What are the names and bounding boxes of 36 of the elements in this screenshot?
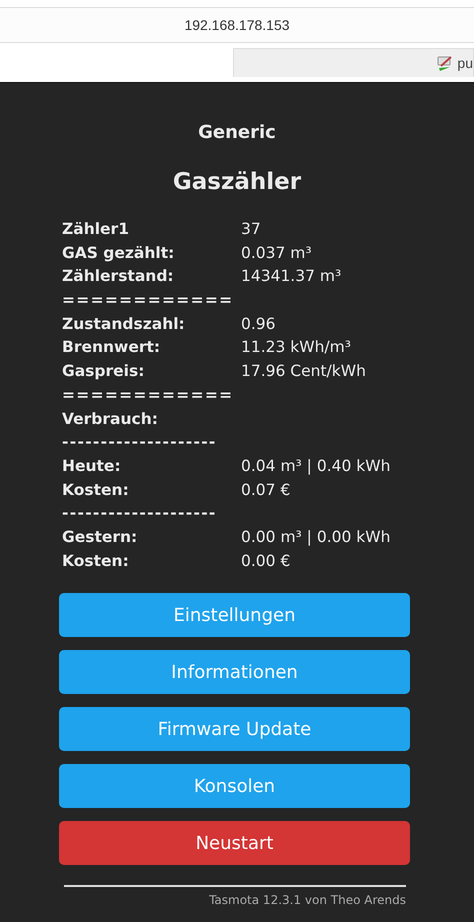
page-title: Gaszähler <box>172 168 302 197</box>
field-value: 0.07 € <box>241 480 290 501</box>
field-label: Zustandszahl: <box>62 314 186 335</box>
menu-button[interactable]: Einstellungen <box>59 593 410 638</box>
field-value: 11.23 kWh/m³ <box>241 337 351 358</box>
field-value: 0.00 m³ | 0.00 kWh <box>241 526 390 548</box>
separator-text: -------------------- <box>62 432 217 454</box>
field-label: Heute: <box>62 456 122 477</box>
field-label: Brennwert: <box>62 337 162 358</box>
field-label: Kosten: <box>62 550 130 572</box>
field-value: 0.00 € <box>241 550 290 572</box>
field-value: 14341.37 m³ <box>241 266 342 288</box>
restart-button[interactable]: Neustart <box>59 821 410 866</box>
field-value: 0.04 m³ | 0.40 kWh <box>241 456 390 477</box>
pencil-icon <box>436 54 454 72</box>
field-label: Zählerstand: <box>62 266 175 288</box>
footer-text: Tasmota 12.3.1 von Theo Arends <box>209 893 406 908</box>
device-name: Generic <box>197 121 277 145</box>
field-label: Kosten: <box>62 480 130 501</box>
menu-button[interactable]: Firmware Update <box>59 707 410 752</box>
field-value: 0.037 m³ <box>241 242 312 264</box>
menu-button[interactable]: Informationen <box>59 650 410 694</box>
separator-text: ============ <box>62 384 234 406</box>
field-value: 0.96 <box>241 314 276 335</box>
field-label: GAS gezählt: <box>62 242 176 264</box>
field-label: Zähler1 <box>62 219 130 240</box>
separator-text: ============ <box>62 290 234 312</box>
address-text[interactable]: 192.168.178.153 <box>184 14 290 36</box>
menu-button[interactable]: Konsolen <box>59 764 410 808</box>
browser-tab[interactable]: pu <box>233 48 474 77</box>
field-label: Verbrauch: <box>62 408 159 430</box>
field-value: 17.96 Cent/kWh <box>241 361 366 382</box>
field-label: Gestern: <box>62 526 138 548</box>
field-value: 37 <box>241 219 261 240</box>
separator-text: -------------------- <box>62 503 217 524</box>
field-label: Gaspreis: <box>62 361 146 382</box>
